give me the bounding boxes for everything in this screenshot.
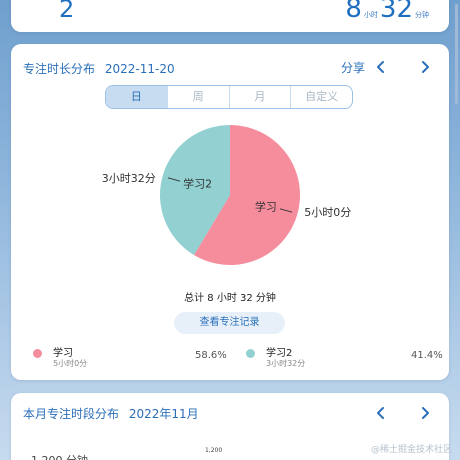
duration-hours: 8 [345, 0, 362, 24]
scrollbar[interactable] [455, 4, 458, 104]
chevron-right-icon[interactable] [418, 405, 432, 419]
legend-swatch [246, 349, 255, 358]
legend-swatch [33, 349, 42, 358]
total-duration-label: 总计 8 小时 32 分钟 [184, 293, 276, 304]
card-title-text: 本月专注时段分布 [23, 407, 120, 421]
card-title: 本月专注时段分布 2022年11月 [23, 405, 199, 422]
legend-duration: 3小时32分 [266, 359, 306, 368]
slice-duration-label: 5小时0分 [304, 206, 351, 219]
legend-percent: 41.4% [411, 350, 443, 361]
hours-unit: 小时 [363, 11, 378, 19]
legend-name: 学习 [53, 348, 73, 359]
legend-duration: 5小时0分 [53, 359, 88, 368]
duration-minutes: 32 [379, 0, 413, 24]
y-tick-label: 1,200 [205, 447, 223, 454]
slice-duration-label: 3小时32分 [102, 172, 156, 185]
slice-name-label: 学习 [255, 200, 277, 214]
total-duration: 8 小时 32 分钟 [345, 0, 431, 24]
minutes-unit: 分钟 [415, 11, 429, 19]
legend-name: 学习2 [266, 348, 293, 359]
session-count: 2 [59, 0, 75, 23]
card-month: 2022年11月 [128, 407, 199, 421]
view-records-button[interactable]: 查看专注记录 [174, 312, 285, 334]
watermark: @稀土掘金技术社区 [370, 445, 452, 455]
legend-percent: 58.6% [195, 350, 227, 361]
slice-name-label: 学习2 [183, 176, 212, 190]
focus-distribution-card: 专注时长分布 2022-11-20 分享 日 周 月 自定义 学习 5小时0分 学习… [11, 44, 449, 380]
summary-card: 2 8 小时 32 分钟 [11, 0, 449, 32]
chevron-left-icon[interactable] [374, 405, 388, 419]
y-axis-label: 1,200 分钟 [31, 452, 88, 460]
